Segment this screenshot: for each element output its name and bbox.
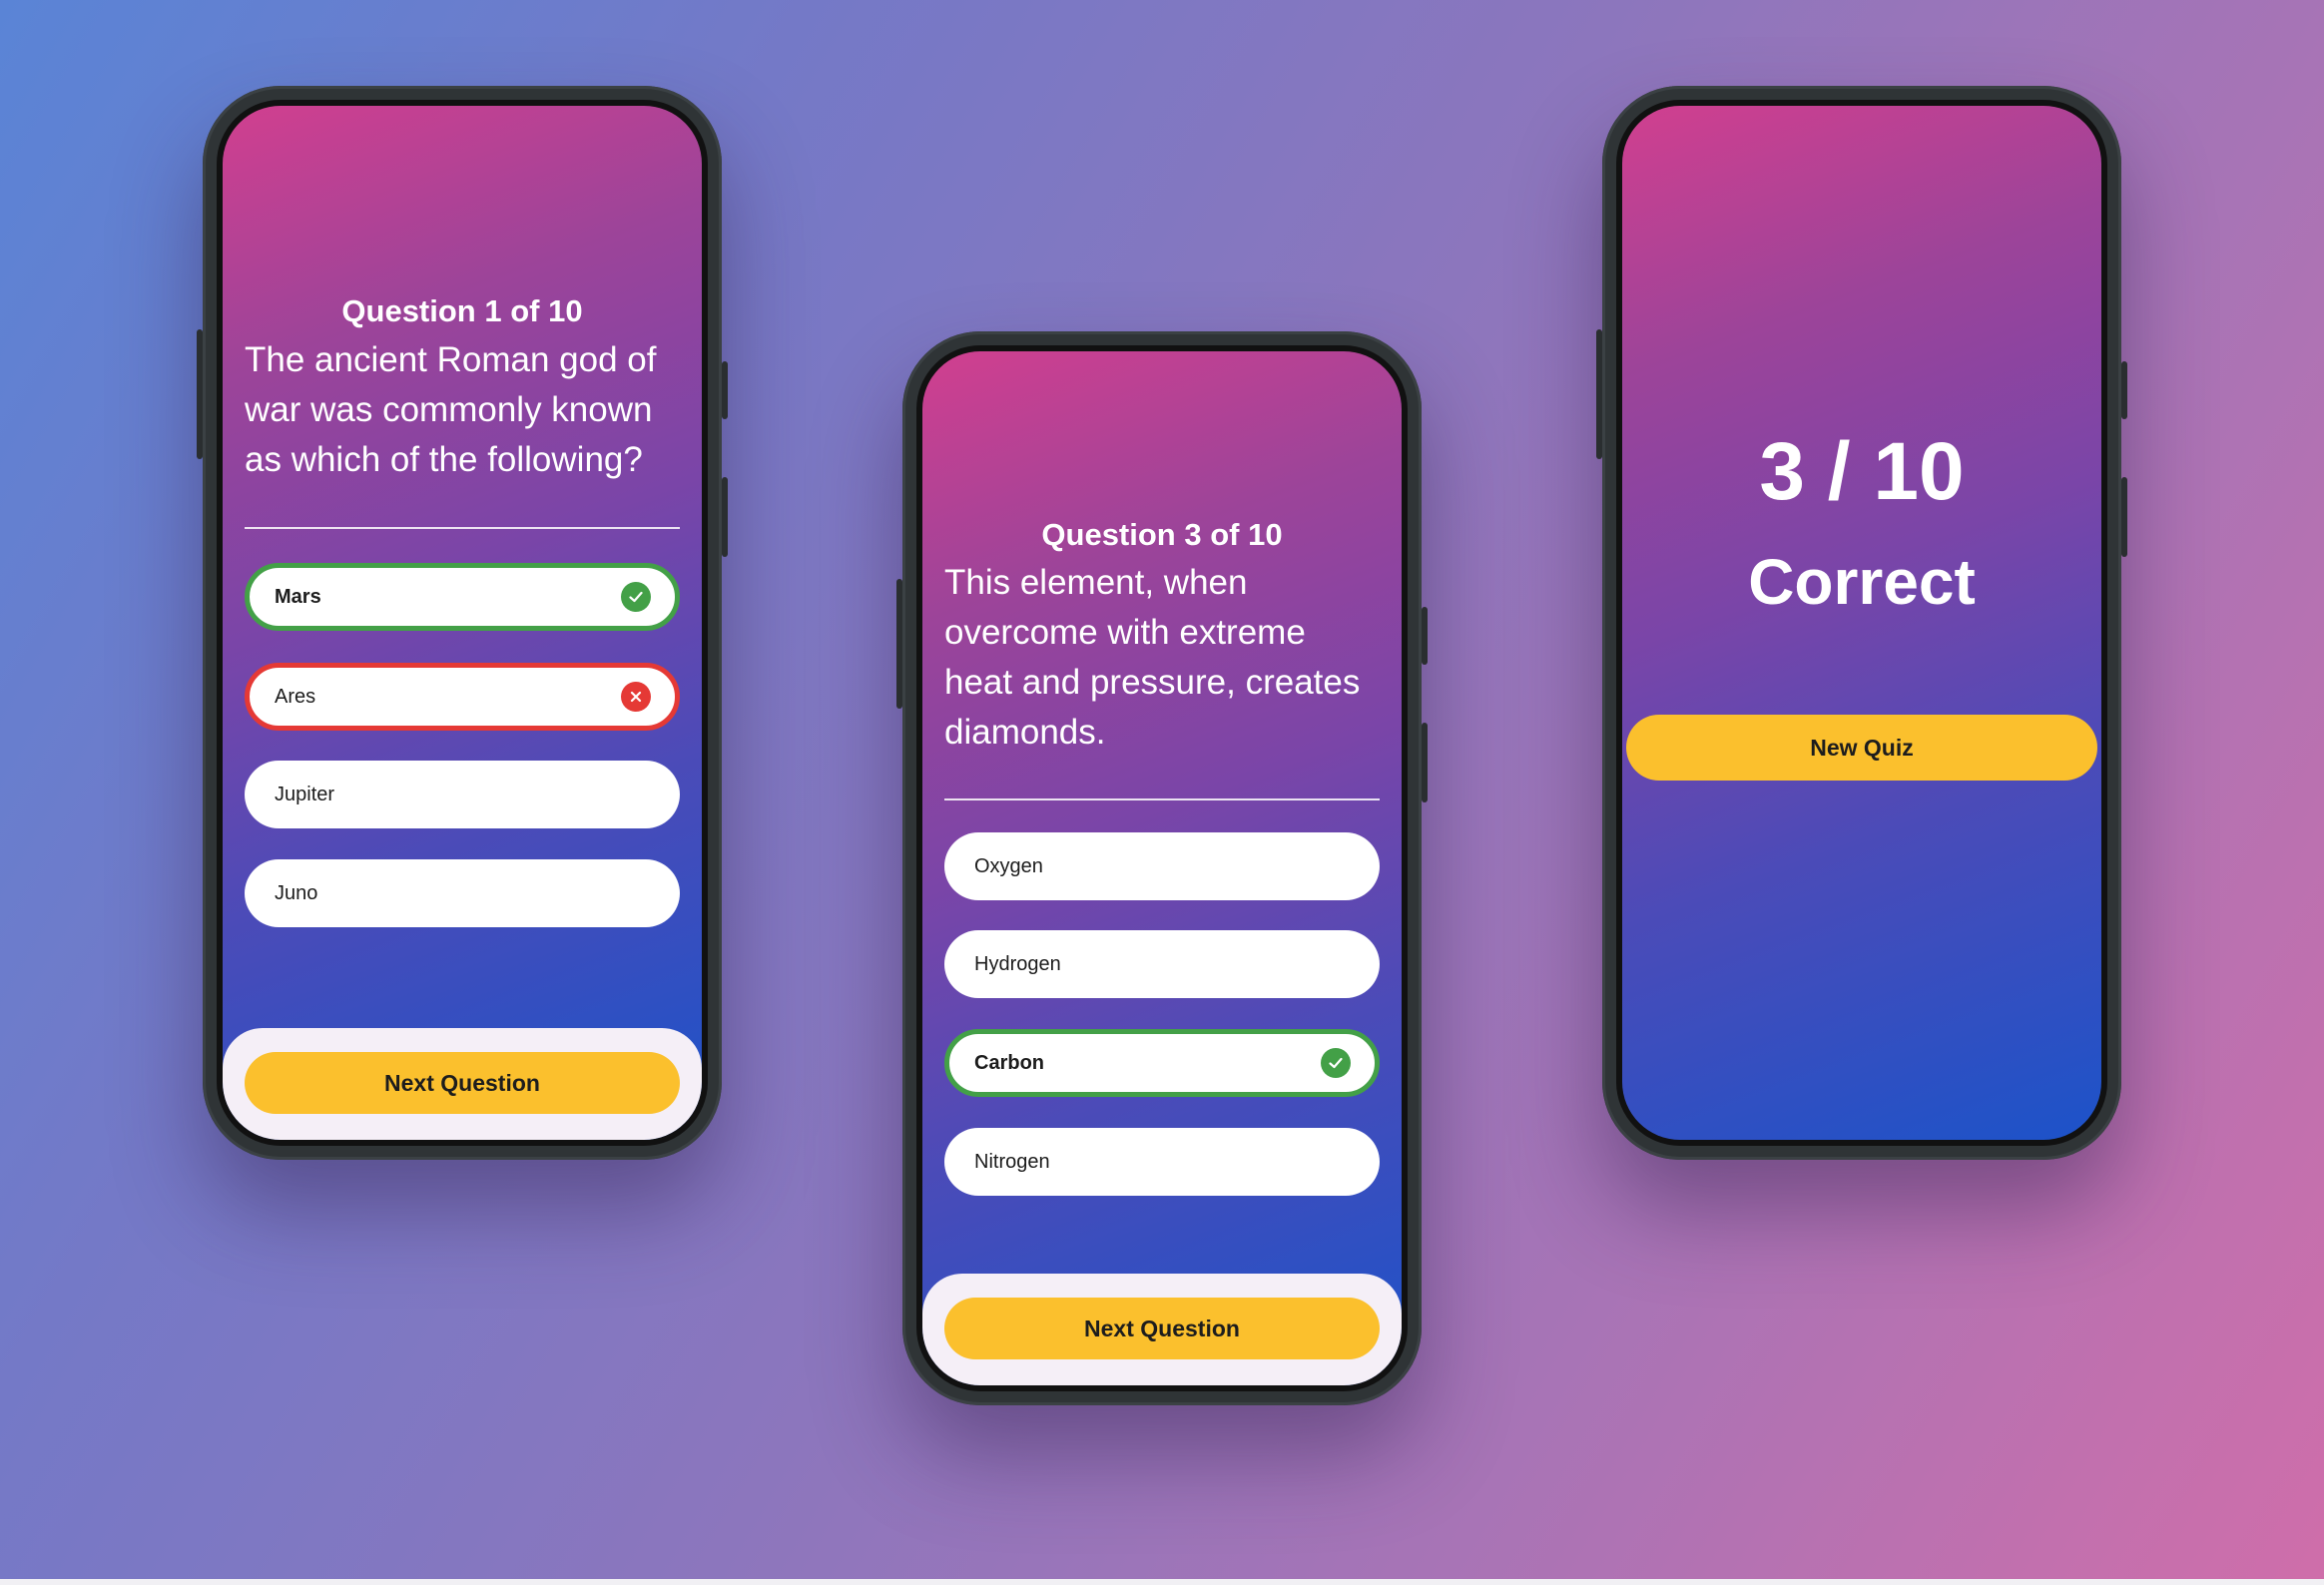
answer-option[interactable]: Jupiter [245,761,680,828]
next-question-button[interactable]: Next Question [245,1052,680,1114]
result-screen: 3 / 10 Correct New Quiz [1622,106,2101,1140]
bottom-bar: Next Question [922,1274,1402,1385]
question-text: This element, when overcome with extreme… [944,563,1361,752]
question-text: The ancient Roman god of war was commonl… [245,340,657,479]
bottom-bar: Next Question [223,1028,702,1140]
answer-option[interactable]: Carbon [944,1029,1380,1097]
close-circle-icon [621,682,651,712]
side-button [722,477,728,557]
check-circle-icon [1321,1048,1351,1078]
question-divider [245,527,680,529]
score-label: Correct [1748,546,1976,618]
phone-result: 3 / 10 Correct New Quiz [1596,86,2127,1160]
phone-screen: 3 / 10 Correct New Quiz [1616,100,2107,1146]
side-button [1596,329,1602,459]
answer-label: Nitrogen [974,1150,1050,1173]
phone-screen: Question 3 of 10 This element, when over… [916,345,1408,1391]
next-question-button[interactable]: Next Question [944,1298,1380,1359]
new-quiz-button[interactable]: New Quiz [1626,715,2097,781]
answer-option[interactable]: Juno [245,859,680,927]
answer-option[interactable]: Mars [245,563,680,631]
side-button [896,579,902,709]
phone-question-3: Question 3 of 10 This element, when over… [896,331,1428,1405]
score-value: 3 / 10 [1759,426,1965,517]
side-button [722,361,728,419]
answer-label: Ares [275,685,316,708]
phone-question-1: Question 1 of 10 The ancient Roman god o… [197,86,728,1160]
question-progress: Question 1 of 10 [341,293,583,328]
answer-label: Jupiter [275,783,335,805]
side-button [1422,607,1428,665]
answer-label: Hydrogen [974,952,1061,975]
side-button [1422,723,1428,802]
quiz-screen: Question 1 of 10 The ancient Roman god o… [223,106,702,1140]
answer-label: Juno [275,881,318,904]
side-button [197,329,203,459]
answer-label: Carbon [974,1051,1044,1074]
answer-option[interactable]: Nitrogen [944,1128,1380,1196]
side-button [2121,477,2127,557]
side-button [2121,361,2127,419]
answer-label: Mars [275,585,321,608]
question-divider [944,798,1380,800]
answer-label: Oxygen [974,854,1043,877]
check-circle-icon [621,582,651,612]
answer-option[interactable]: Hydrogen [944,930,1380,998]
answer-option[interactable]: Ares [245,663,680,731]
quiz-screen: Question 3 of 10 This element, when over… [922,351,1402,1385]
phone-screen: Question 1 of 10 The ancient Roman god o… [217,100,708,1146]
answer-option[interactable]: Oxygen [944,832,1380,900]
question-progress: Question 3 of 10 [1041,517,1283,552]
